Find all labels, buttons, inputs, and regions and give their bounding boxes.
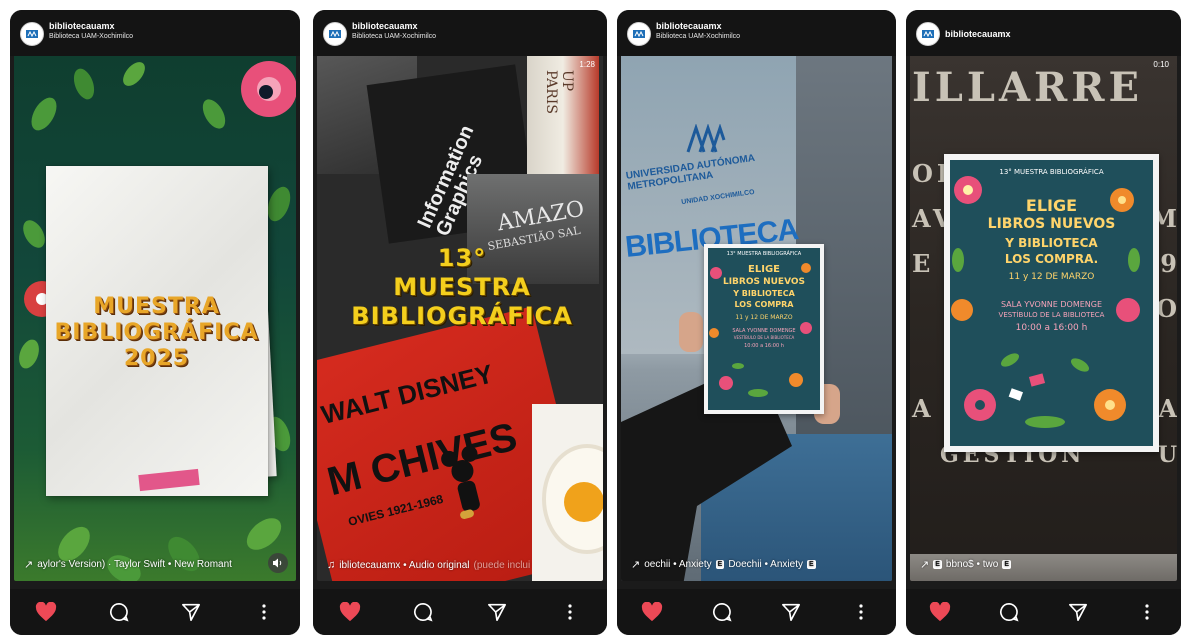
title-line-3: 2025 <box>123 346 190 371</box>
story-card-2[interactable]: bibliotecauamx Biblioteca UAM-Xochimilco… <box>313 10 607 635</box>
arrow-icon: ↗ <box>920 559 930 571</box>
arrow-icon: ↗ <box>24 559 34 571</box>
account-subtitle: Biblioteca UAM-Xochimilco <box>352 33 437 40</box>
title-line-1: MUESTRA <box>93 294 220 319</box>
audio-text: oechii • Anxiety <box>644 559 712 570</box>
story-media[interactable]: UNIVERSIDAD AUTÓNOMA METROPOLITANA UNIDA… <box>621 54 892 581</box>
title-line-2: MUESTRA <box>393 273 531 301</box>
story-header: bibliotecauamx Biblioteca UAM-Xochimilco <box>313 10 607 56</box>
comment-icon[interactable] <box>994 597 1024 627</box>
audio-track[interactable]: ♫ ibliotecauamx • Audio original (puede … <box>327 559 530 571</box>
more-icon[interactable] <box>846 597 876 627</box>
story-header: bibliotecauamx Biblioteca UAM-Xochimilco <box>10 10 300 56</box>
story-media[interactable]: 0:10 ILLARRE OR AV E A GESTION M 19 IO I… <box>910 54 1177 581</box>
story-card-4[interactable]: bibliotecauamx 0:10 ILLARRE OR AV E A GE… <box>906 10 1181 635</box>
like-icon[interactable] <box>637 597 667 627</box>
explicit-badge-2: E <box>806 560 816 569</box>
profile-avatar[interactable] <box>323 22 347 46</box>
account-subtitle: Biblioteca UAM-Xochimilco <box>49 33 134 40</box>
volume-icon[interactable] <box>268 553 288 573</box>
like-icon[interactable] <box>31 597 61 627</box>
event-poster: 13° MUESTRA BIBLIOGRÁFICA ELIGE LIBROS N… <box>704 244 824 414</box>
story-card-1[interactable]: bibliotecauamx Biblioteca UAM-Xochimilco <box>10 10 300 635</box>
action-bar <box>906 589 1181 635</box>
like-icon[interactable] <box>335 597 365 627</box>
poster-flowers <box>709 263 812 397</box>
hand-left <box>679 312 703 352</box>
comment-icon[interactable] <box>408 597 438 627</box>
video-timer: 0:10 <box>1153 60 1169 69</box>
title-line-2: BIBLIOGRÁFICA <box>54 320 259 345</box>
profile-avatar[interactable] <box>627 22 651 46</box>
action-bar <box>10 589 300 635</box>
title-line-3: BIBLIOGRÁFICA <box>351 302 573 330</box>
story-title: 13° MUESTRA BIBLIOGRÁFICA <box>327 244 597 331</box>
story-media[interactable]: 1:28 Information Graphics UP PARIS AMAZO… <box>317 54 603 581</box>
audio-text: ibliotecauamx • Audio original <box>339 559 470 571</box>
like-icon[interactable] <box>925 597 955 627</box>
comment-icon[interactable] <box>707 597 737 627</box>
arrow-icon: ↗ <box>631 559 641 571</box>
comment-icon[interactable] <box>104 597 134 627</box>
explicit-badge-2: E <box>1002 560 1011 569</box>
action-bar <box>313 589 607 635</box>
explicit-badge: E <box>933 560 942 569</box>
more-icon[interactable] <box>249 597 279 627</box>
audio-text-2: Doechii • Anxiety <box>728 559 803 570</box>
profile-avatar[interactable] <box>20 22 44 46</box>
explicit-badge: E <box>715 560 725 569</box>
action-bar <box>617 589 896 635</box>
book-title: WALT DISNEY <box>318 358 496 430</box>
book-egg <box>532 404 603 581</box>
book-paris: UP PARIS <box>527 54 599 174</box>
audio-track[interactable]: ↗ oechii • Anxiety E Doechii • Anxiety E <box>631 558 816 571</box>
story-card-3[interactable]: bibliotecauamx Biblioteca UAM-Xochimilco… <box>617 10 896 635</box>
wall-inscription-top: ILLARRE <box>912 64 1143 111</box>
share-icon[interactable] <box>776 597 806 627</box>
wall-letters: E <box>912 249 935 278</box>
audio-track[interactable]: ↗ aylor's Version) · Taylor Swift • New … <box>24 558 232 571</box>
story-header: bibliotecauamx <box>906 10 1181 56</box>
share-icon[interactable] <box>1063 597 1093 627</box>
story-media[interactable]: MUESTRA BIBLIOGRÁFICA 2025 ↗ aylor's Ver… <box>14 54 296 581</box>
poster-title: MUESTRA BIBLIOGRÁFICA 2025 <box>44 294 269 372</box>
username[interactable]: bibliotecauamx <box>945 29 1011 39</box>
audio-track[interactable]: ↗ E bbno$ • two E <box>920 558 1011 571</box>
audio-text: aylor's Version) · Taylor Swift • New Ro… <box>37 559 232 570</box>
wall-letters: A <box>912 394 935 423</box>
event-poster: 13° MUESTRA BIBLIOGRÁFICA ELIGE LIBROS N… <box>944 154 1159 452</box>
uam-logo <box>686 123 726 154</box>
audio-text-faded: (puede inclui <box>473 559 531 571</box>
book-spine-text: UP PARIS <box>543 70 575 114</box>
wall-letters: U <box>1157 442 1177 468</box>
username[interactable]: bibliotecauamx <box>656 21 722 31</box>
story-header: bibliotecauamx Biblioteca UAM-Xochimilco <box>617 10 896 56</box>
share-icon[interactable] <box>482 597 512 627</box>
more-icon[interactable] <box>555 597 585 627</box>
title-line-1: 13° <box>437 244 487 272</box>
video-timer: 1:28 <box>579 60 595 69</box>
audio-text: bbno$ • two <box>945 559 999 570</box>
poster-flowers <box>951 176 1140 428</box>
username[interactable]: bibliotecauamx <box>49 21 115 31</box>
music-note-icon: ♫ <box>327 559 336 571</box>
username[interactable]: bibliotecauamx <box>352 21 418 31</box>
account-subtitle: Biblioteca UAM-Xochimilco <box>656 33 741 40</box>
share-icon[interactable] <box>176 597 206 627</box>
more-icon[interactable] <box>1132 597 1162 627</box>
profile-avatar[interactable] <box>916 22 940 46</box>
